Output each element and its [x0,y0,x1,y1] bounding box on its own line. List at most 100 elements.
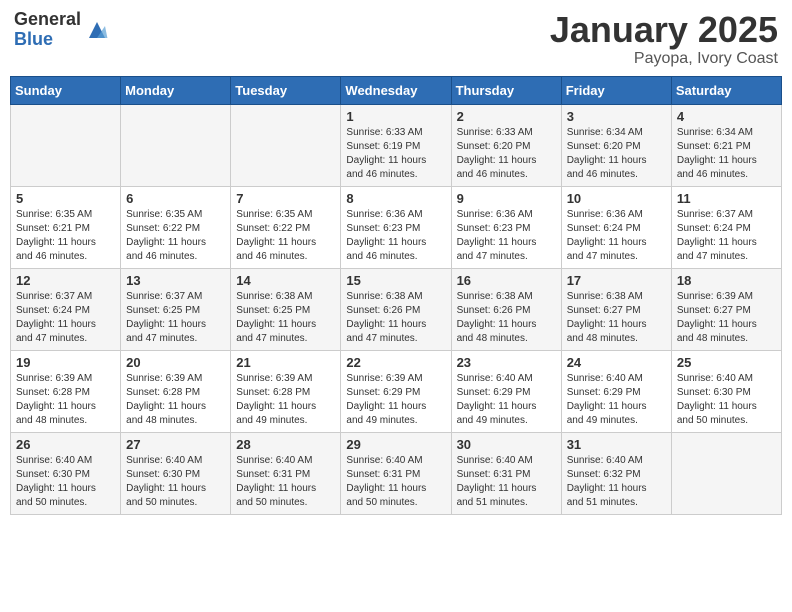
day-number: 18 [677,273,776,288]
day-number: 10 [567,191,666,206]
day-info: Sunrise: 6:36 AMSunset: 6:23 PMDaylight:… [457,208,556,264]
calendar-cell: 11 Sunrise: 6:37 AMSunset: 6:24 PMDayligh… [671,186,781,268]
calendar-cell: 18 Sunrise: 6:39 AMSunset: 6:27 PMDayligh… [671,268,781,350]
calendar-cell: 17Sunrise: 6:38 AMSunset: 6:27 PMDayligh… [561,268,671,350]
location: Payopa, Ivory Coast [550,50,778,68]
day-number: 20 [126,355,225,370]
day-info: Sunrise: 6:40 AMSunset: 6:29 PMDaylight:… [457,372,556,428]
day-number: 31 [567,437,666,452]
day-info: Sunrise: 6:40 AMSunset: 6:29 PMDaylight:… [567,372,666,428]
calendar-cell: 1 Sunrise: 6:33 AMSunset: 6:19 PMDaylight… [341,104,451,186]
calendar-cell: 2 Sunrise: 6:33 AMSunset: 6:20 PMDaylight… [451,104,561,186]
calendar-header-row: SundayMondayTuesdayWednesdayThursdayFrid… [11,76,782,104]
day-info: Sunrise: 6:35 AMSunset: 6:22 PMDaylight:… [126,208,225,264]
page-header: General Blue January 2025 Payopa, Ivory … [10,10,782,68]
day-info: Sunrise: 6:37 AMSunset: 6:24 PMDaylight:… [16,290,115,346]
calendar-week-4: 19 Sunrise: 6:39 AMSunset: 6:28 PMDayligh… [11,350,782,432]
day-info: Sunrise: 6:38 AMSunset: 6:26 PMDaylight:… [346,290,445,346]
day-number: 14 [236,273,335,288]
calendar-cell: 12 Sunrise: 6:37 AMSunset: 6:24 PMDayligh… [11,268,121,350]
calendar-cell: 20 Sunrise: 6:39 AMSunset: 6:28 PMDayligh… [121,350,231,432]
calendar-cell [11,104,121,186]
day-number: 1 [346,109,445,124]
logo-icon [85,18,109,42]
calendar-cell [121,104,231,186]
calendar-week-3: 12 Sunrise: 6:37 AMSunset: 6:24 PMDayligh… [11,268,782,350]
day-number: 6 [126,191,225,206]
day-info: Sunrise: 6:38 AMSunset: 6:26 PMDaylight:… [457,290,556,346]
calendar-cell: 29 Sunrise: 6:40 AMSunset: 6:31 PMDayligh… [341,432,451,514]
day-number: 7 [236,191,335,206]
month-title: January 2025 [550,10,778,50]
calendar-cell: 15 Sunrise: 6:38 AMSunset: 6:26 PMDayligh… [341,268,451,350]
calendar-table: SundayMondayTuesdayWednesdayThursdayFrid… [10,76,782,515]
day-number: 2 [457,109,556,124]
day-info: Sunrise: 6:33 AMSunset: 6:20 PMDaylight:… [457,126,556,182]
day-number: 12 [16,273,115,288]
day-number: 28 [236,437,335,452]
day-number: 15 [346,273,445,288]
calendar-cell: 27 Sunrise: 6:40 AMSunset: 6:30 PMDayligh… [121,432,231,514]
day-number: 8 [346,191,445,206]
day-number: 29 [346,437,445,452]
calendar-cell: 30Sunrise: 6:40 AMSunset: 6:31 PMDayligh… [451,432,561,514]
calendar-cell: 24 Sunrise: 6:40 AMSunset: 6:29 PMDayligh… [561,350,671,432]
day-number: 9 [457,191,556,206]
day-info: Sunrise: 6:35 AMSunset: 6:21 PMDaylight:… [16,208,115,264]
calendar-cell [231,104,341,186]
calendar-week-5: 26 Sunrise: 6:40 AMSunset: 6:30 PMDayligh… [11,432,782,514]
day-info: Sunrise: 6:40 AMSunset: 6:31 PMDaylight:… [457,454,556,510]
calendar-cell: 8Sunrise: 6:36 AMSunset: 6:23 PMDaylight… [341,186,451,268]
day-info: Sunrise: 6:38 AMSunset: 6:25 PMDaylight:… [236,290,335,346]
day-info: Sunrise: 6:37 AMSunset: 6:24 PMDaylight:… [677,208,776,264]
header-day-sunday: Sunday [11,76,121,104]
day-info: Sunrise: 6:40 AMSunset: 6:32 PMDaylight:… [567,454,666,510]
calendar-cell: 21 Sunrise: 6:39 AMSunset: 6:28 PMDayligh… [231,350,341,432]
header-day-thursday: Thursday [451,76,561,104]
day-info: Sunrise: 6:38 AMSunset: 6:27 PMDaylight:… [567,290,666,346]
day-info: Sunrise: 6:36 AMSunset: 6:24 PMDaylight:… [567,208,666,264]
calendar-cell: 9 Sunrise: 6:36 AMSunset: 6:23 PMDaylight… [451,186,561,268]
calendar-cell: 10 Sunrise: 6:36 AMSunset: 6:24 PMDayligh… [561,186,671,268]
day-info: Sunrise: 6:34 AMSunset: 6:20 PMDaylight:… [567,126,666,182]
calendar-cell: 5 Sunrise: 6:35 AMSunset: 6:21 PMDaylight… [11,186,121,268]
day-number: 27 [126,437,225,452]
day-info: Sunrise: 6:39 AMSunset: 6:27 PMDaylight:… [677,290,776,346]
header-day-saturday: Saturday [671,76,781,104]
calendar-cell: 28Sunrise: 6:40 AMSunset: 6:31 PMDayligh… [231,432,341,514]
day-number: 21 [236,355,335,370]
day-info: Sunrise: 6:33 AMSunset: 6:19 PMDaylight:… [346,126,445,182]
calendar-cell: 6 Sunrise: 6:35 AMSunset: 6:22 PMDaylight… [121,186,231,268]
day-number: 25 [677,355,776,370]
day-number: 19 [16,355,115,370]
day-number: 24 [567,355,666,370]
day-info: Sunrise: 6:40 AMSunset: 6:31 PMDaylight:… [346,454,445,510]
day-number: 11 [677,191,776,206]
logo-text: General Blue [14,10,81,50]
day-number: 13 [126,273,225,288]
day-number: 26 [16,437,115,452]
calendar-cell: 26 Sunrise: 6:40 AMSunset: 6:30 PMDayligh… [11,432,121,514]
calendar-cell: 7Sunrise: 6:35 AMSunset: 6:22 PMDaylight… [231,186,341,268]
calendar-cell: 3 Sunrise: 6:34 AMSunset: 6:20 PMDaylight… [561,104,671,186]
header-day-wednesday: Wednesday [341,76,451,104]
calendar-cell: 31 Sunrise: 6:40 AMSunset: 6:32 PMDayligh… [561,432,671,514]
day-number: 5 [16,191,115,206]
day-info: Sunrise: 6:40 AMSunset: 6:30 PMDaylight:… [16,454,115,510]
day-info: Sunrise: 6:39 AMSunset: 6:28 PMDaylight:… [16,372,115,428]
day-info: Sunrise: 6:34 AMSunset: 6:21 PMDaylight:… [677,126,776,182]
calendar-cell: 16Sunrise: 6:38 AMSunset: 6:26 PMDayligh… [451,268,561,350]
calendar-cell: 14 Sunrise: 6:38 AMSunset: 6:25 PMDayligh… [231,268,341,350]
day-number: 23 [457,355,556,370]
day-info: Sunrise: 6:39 AMSunset: 6:28 PMDaylight:… [126,372,225,428]
calendar-cell [671,432,781,514]
header-day-friday: Friday [561,76,671,104]
calendar-cell: 13Sunrise: 6:37 AMSunset: 6:25 PMDayligh… [121,268,231,350]
day-number: 3 [567,109,666,124]
day-info: Sunrise: 6:40 AMSunset: 6:30 PMDaylight:… [126,454,225,510]
header-day-tuesday: Tuesday [231,76,341,104]
calendar-cell: 4 Sunrise: 6:34 AMSunset: 6:21 PMDaylight… [671,104,781,186]
logo: General Blue [14,10,109,50]
day-info: Sunrise: 6:39 AMSunset: 6:28 PMDaylight:… [236,372,335,428]
day-number: 4 [677,109,776,124]
